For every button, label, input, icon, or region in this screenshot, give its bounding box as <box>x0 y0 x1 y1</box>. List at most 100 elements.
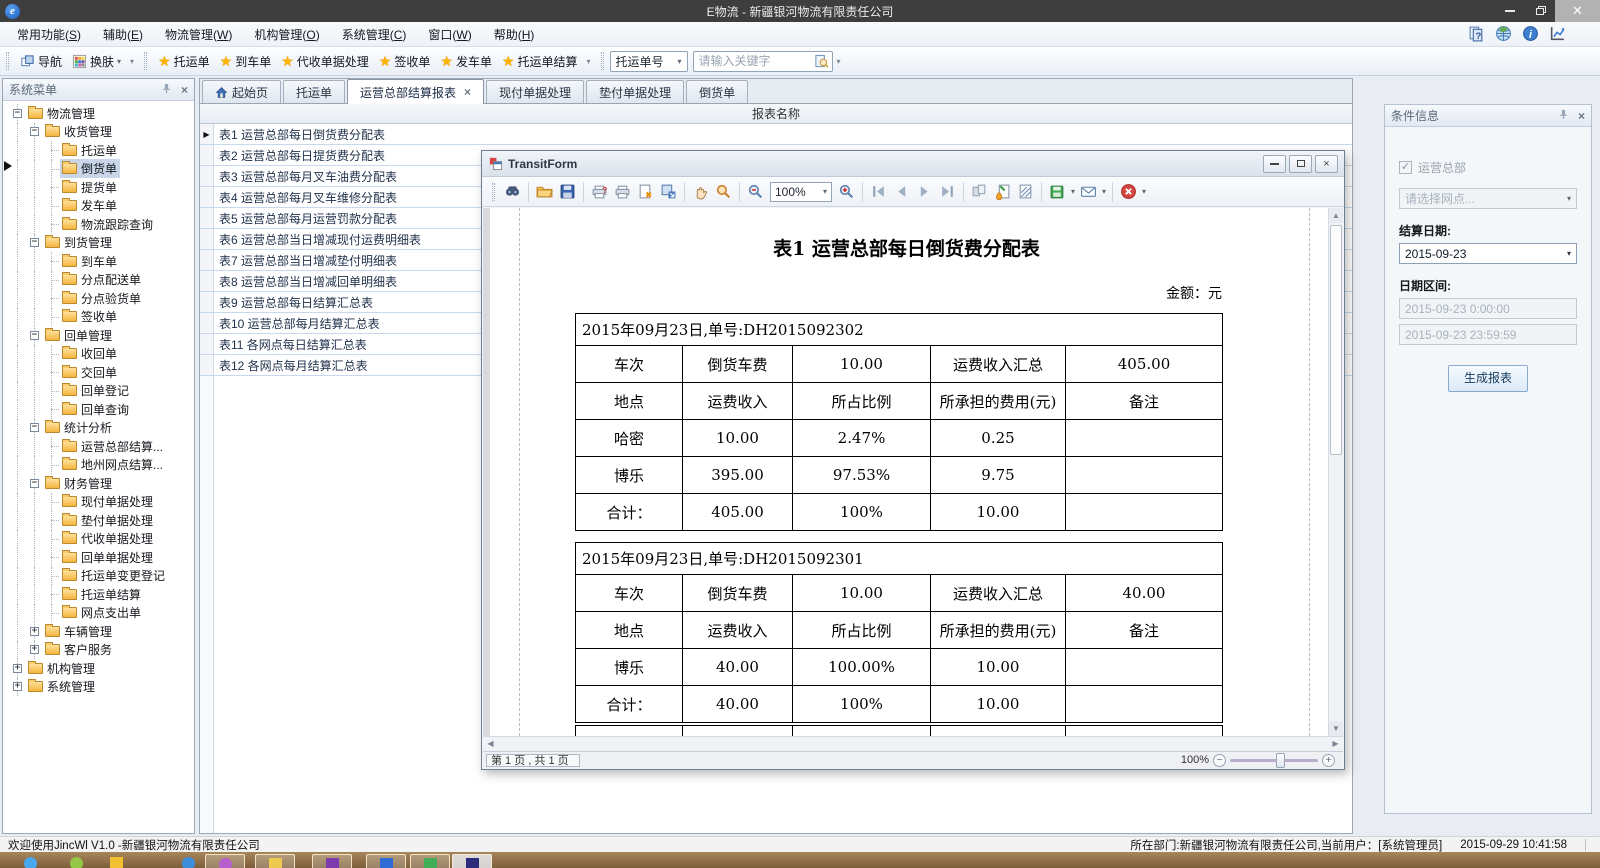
menu-item[interactable]: 窗口(W) <box>417 23 482 46</box>
taskbar-app-7[interactable] <box>312 854 352 868</box>
open-icon[interactable] <box>533 181 556 202</box>
toolbar-grip[interactable] <box>144 52 147 70</box>
print-icon[interactable] <box>611 181 634 202</box>
tree-item[interactable]: 现付单据处理 <box>3 493 194 512</box>
transit-form-titlebar[interactable]: TransitForm × <box>482 151 1344 177</box>
tab-垫付单据处理[interactable]: 垫付单据处理 <box>586 80 684 103</box>
taskbar-app-2[interactable] <box>56 854 96 868</box>
toolbar-overflow-button[interactable]: ▾ <box>833 57 845 66</box>
tree-item[interactable]: 发车单 <box>3 197 194 216</box>
next-page-icon[interactable] <box>913 181 936 202</box>
taskbar-app-8[interactable] <box>366 854 406 868</box>
toolbar-overflow-button[interactable]: ▾ <box>126 57 138 66</box>
favorite-button[interactable]: ★发车单 <box>435 50 497 73</box>
help-doc-icon[interactable]: ? <box>1468 25 1485 42</box>
restore-button[interactable] <box>1525 0 1555 22</box>
menu-item[interactable]: 帮助(H) <box>483 23 546 46</box>
prev-page-icon[interactable] <box>890 181 913 202</box>
collapse-toggle-icon[interactable]: − <box>30 238 39 247</box>
zoom-tool-icon[interactable] <box>712 181 735 202</box>
collapse-toggle-icon[interactable]: − <box>13 109 22 118</box>
tab-起始页[interactable]: 起始页 <box>202 80 281 103</box>
search-input[interactable] <box>694 53 814 70</box>
tree-item[interactable]: 倒货单 <box>3 160 194 179</box>
bookmarks-icon[interactable] <box>968 181 991 202</box>
tree-item[interactable]: +车辆管理 <box>3 622 194 641</box>
tree-item[interactable]: −收货管理 <box>3 123 194 142</box>
menu-item[interactable]: 物流管理(W) <box>154 23 243 46</box>
close-button[interactable]: ✕ <box>1555 0 1600 22</box>
dropdown-arrow-icon[interactable]: ▾ <box>1142 187 1146 196</box>
tree-item[interactable]: −统计分析 <box>3 419 194 438</box>
tree-item[interactable]: 回单查询 <box>3 400 194 419</box>
print-setup-icon[interactable]: ? <box>588 181 611 202</box>
collapse-toggle-icon[interactable]: − <box>30 423 39 432</box>
tree-item[interactable]: 运营总部结算... <box>3 437 194 456</box>
tree-item[interactable]: 交回单 <box>3 363 194 382</box>
close-panel-icon[interactable]: × <box>1578 109 1585 123</box>
zoom-in-icon[interactable]: + <box>1322 754 1335 767</box>
tab-运营总部结算报表[interactable]: 运营总部结算报表× <box>347 79 484 104</box>
expand-toggle-icon[interactable]: + <box>30 645 39 654</box>
tree-item[interactable]: 网点支出单 <box>3 604 194 623</box>
toolbar-grip[interactable] <box>6 52 9 70</box>
range-end-input[interactable]: 2015-09-23 23:59:59 <box>1399 324 1577 345</box>
horizontal-scrollbar[interactable]: ◀ ▶ <box>483 736 1343 751</box>
minimize-button[interactable] <box>1263 155 1286 173</box>
tree-item[interactable]: −回单管理 <box>3 326 194 345</box>
fill-color-icon[interactable] <box>991 181 1014 202</box>
tree-item[interactable]: 代收单据处理 <box>3 530 194 549</box>
scrollbar-thumb[interactable] <box>1330 225 1342 455</box>
tree-item[interactable]: 分点验货单 <box>3 289 194 308</box>
search-type-combo[interactable]: 托运单号 ▾ <box>610 51 688 72</box>
zoom-slider[interactable] <box>1230 759 1318 762</box>
tree-item[interactable]: 提货单 <box>3 178 194 197</box>
tree-item[interactable]: 垫付单据处理 <box>3 511 194 530</box>
scroll-down-icon[interactable]: ▼ <box>1329 721 1343 736</box>
generate-report-button[interactable]: 生成报表 <box>1448 365 1528 392</box>
dropdown-arrow-icon[interactable]: ▾ <box>1071 187 1075 196</box>
taskbar-app-3[interactable] <box>96 854 136 868</box>
minimize-button[interactable] <box>1495 0 1525 22</box>
page-settings-icon[interactable] <box>634 181 657 202</box>
favorite-button[interactable]: ★到车单 <box>215 50 277 73</box>
taskbar-app-5[interactable] <box>205 854 245 868</box>
tree-item[interactable]: +客户服务 <box>3 641 194 660</box>
taskbar-app-9[interactable] <box>410 854 450 868</box>
zoom-level-combo[interactable]: 100%▾ <box>770 182 832 202</box>
globe-icon[interactable] <box>1495 25 1512 42</box>
hq-checkbox[interactable]: ✓ <box>1399 161 1412 174</box>
tree-item[interactable]: 到车单 <box>3 252 194 271</box>
tree-item[interactable]: −到货管理 <box>3 234 194 253</box>
report-list-row[interactable]: ▶表1 运营总部每日倒货费分配表 <box>200 124 1352 145</box>
menu-item[interactable]: 系统管理(C) <box>331 23 418 46</box>
range-start-input[interactable]: 2015-09-23 0:00:00 <box>1399 298 1577 319</box>
tab-托运单[interactable]: 托运单 <box>283 80 345 103</box>
first-page-icon[interactable] <box>867 181 890 202</box>
tree-item[interactable]: −物流管理 <box>3 104 194 123</box>
close-report-icon[interactable] <box>1117 181 1140 202</box>
collapse-toggle-icon[interactable]: − <box>30 127 39 136</box>
tree-item[interactable]: +机构管理 <box>3 659 194 678</box>
favorite-button[interactable]: ★托运单 <box>153 50 215 73</box>
scroll-up-icon[interactable]: ▲ <box>1329 208 1343 223</box>
expand-toggle-icon[interactable]: + <box>30 627 39 636</box>
tab-close-icon[interactable]: × <box>464 85 471 99</box>
expand-toggle-icon[interactable]: + <box>13 682 22 691</box>
last-page-icon[interactable] <box>936 181 959 202</box>
zoom-out-icon[interactable]: − <box>1213 754 1226 767</box>
tree-item[interactable]: 回单单据处理 <box>3 548 194 567</box>
email-icon[interactable] <box>1077 181 1100 202</box>
tree-item[interactable]: 签收单 <box>3 308 194 327</box>
find-icon[interactable] <box>501 181 524 202</box>
menu-item[interactable]: 常用功能(S) <box>6 23 92 46</box>
expand-toggle-icon[interactable]: + <box>13 664 22 673</box>
export-window-icon[interactable] <box>657 181 680 202</box>
favorite-button[interactable]: ★代收单据处理 <box>276 50 374 73</box>
collapse-toggle-icon[interactable]: − <box>30 479 39 488</box>
favorite-button[interactable]: ★签收单 <box>374 50 436 73</box>
search-icon[interactable] <box>814 54 829 69</box>
tab-倒货单[interactable]: 倒货单 <box>686 80 748 103</box>
pan-hand-icon[interactable] <box>689 181 712 202</box>
statistics-icon[interactable] <box>1549 25 1566 42</box>
